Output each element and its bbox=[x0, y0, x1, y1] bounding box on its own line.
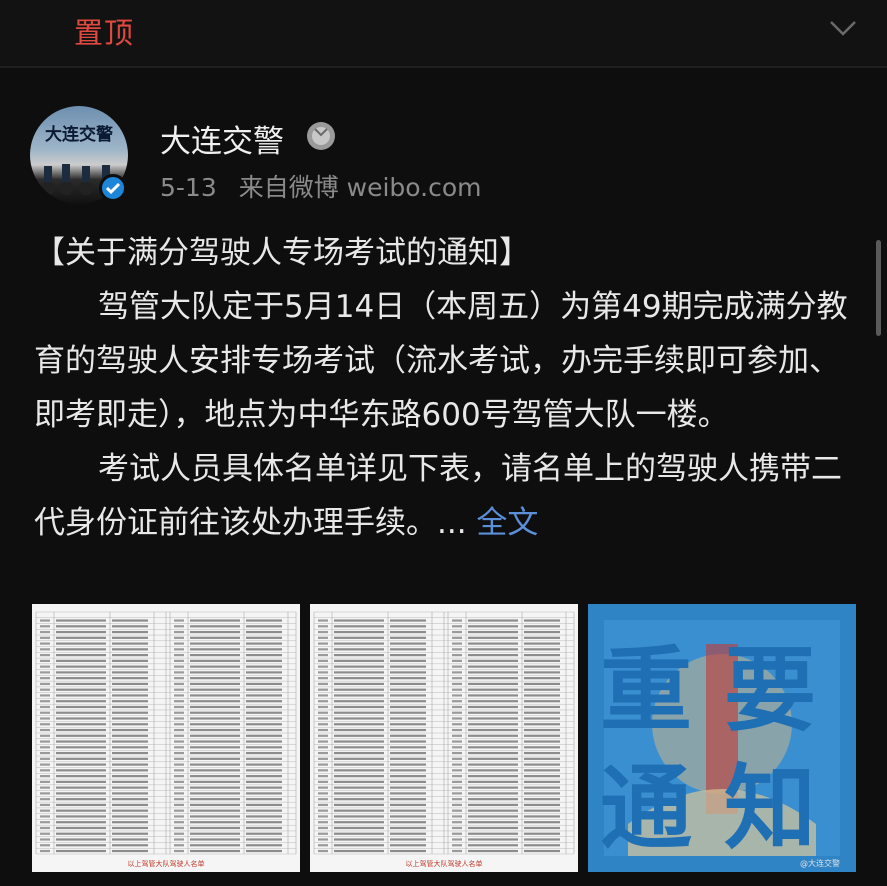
table-image-2[interactable]: 以上驾管大队驾驶人名单 bbox=[310, 604, 578, 872]
table-caption: 以上驾管大队驾驶人名单 bbox=[128, 859, 205, 868]
table-caption: 以上驾管大队驾驶人名单 bbox=[406, 859, 483, 868]
poster-watermark: @大连交警 bbox=[800, 858, 840, 868]
post-meta: 5-13 来自微博 weibo.com bbox=[160, 168, 482, 204]
post-paragraph-2: 考试人员具体名单详见下表，请名单上的驾驶人携带二代身份证前往该处办理手续。...… bbox=[34, 442, 864, 550]
poster-char-4: 知 bbox=[724, 755, 816, 862]
table-image-graphic: 以上驾管大队驾驶人名单 bbox=[310, 604, 578, 872]
post-paragraph-1: 驾管大队定于5月14日（本周五）为第49期完成满分教育的驾驶人安排专场考试（流水… bbox=[34, 289, 848, 433]
top-bar: 置顶 bbox=[0, 0, 887, 68]
post-content: 【关于满分驾驶人专场考试的通知】 驾管大队定于5月14日（本周五）为第49期完成… bbox=[34, 226, 864, 550]
poster-char-2: 要 bbox=[724, 637, 816, 744]
medal-icon[interactable] bbox=[305, 120, 337, 152]
author-name[interactable]: 大连交警 bbox=[160, 116, 284, 161]
image-grid: 以上驾管大队驾驶人名单 以上驾管大队驾驶人名单 重 要 通 知 @大连交警 bbox=[32, 604, 856, 872]
verified-icon bbox=[99, 174, 127, 202]
full-text-link[interactable]: 全文 bbox=[476, 505, 538, 541]
pinned-label: 置顶 bbox=[74, 16, 135, 50]
poster-char-1: 重 bbox=[600, 637, 692, 744]
post-paragraph-2-text: 考试人员具体名单详见下表，请名单上的驾驶人携带二代身份证前往该处办理手续。... bbox=[34, 451, 842, 541]
chevron-down-icon[interactable] bbox=[828, 16, 858, 40]
table-image-1[interactable]: 以上驾管大队驾驶人名单 bbox=[32, 604, 300, 872]
scrollbar[interactable] bbox=[876, 240, 881, 336]
post-date: 5-13 bbox=[160, 173, 217, 202]
post-title: 【关于满分驾驶人专场考试的通知】 bbox=[34, 235, 530, 271]
poster-char-3: 通 bbox=[600, 755, 692, 862]
post-header: 大连交警 大连交警 5-13 来自微博 weibo.com bbox=[0, 96, 887, 216]
poster-graphic: 重 要 通 知 @大连交警 bbox=[588, 604, 856, 872]
poster-image[interactable]: 重 要 通 知 @大连交警 bbox=[588, 604, 856, 872]
post-source: 来自微博 weibo.com bbox=[238, 173, 482, 202]
avatar-text: 大连交警 bbox=[45, 125, 113, 145]
table-image-graphic: 以上驾管大队驾驶人名单 bbox=[32, 604, 300, 872]
